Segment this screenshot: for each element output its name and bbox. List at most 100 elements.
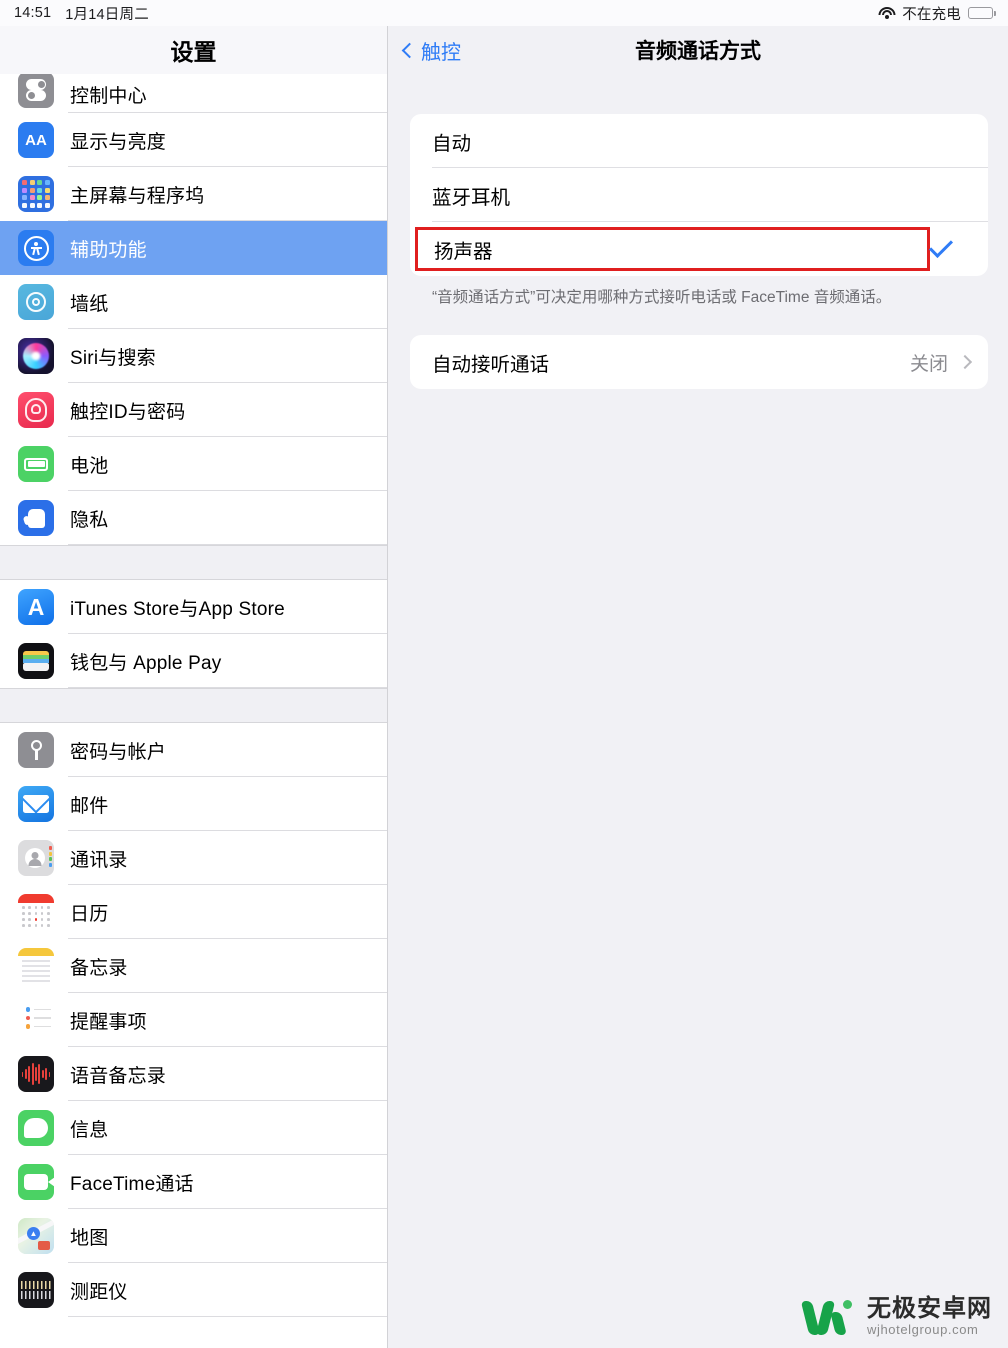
option-label: 蓝牙耳机 [432, 186, 511, 209]
sidebar-item-label: 密码与帐户 [70, 741, 167, 763]
chevron-right-icon [957, 355, 973, 370]
page-title: 音频通话方式 [635, 40, 761, 63]
option-label: 扬声器 [434, 240, 493, 263]
sidebar-item-voice-memos[interactable]: 语音备忘录 [0, 1047, 387, 1101]
sidebar-item-label: 电池 [70, 455, 109, 477]
audio-routing-options-card: 自动 蓝牙耳机 扬声器 [410, 114, 988, 276]
status-bar: 14:51 1月14日周二 不在充电 [0, 0, 1008, 26]
chevron-left-icon [401, 42, 418, 58]
messages-icon [18, 1110, 54, 1146]
settings-sidebar: 设置 控制中心 AA 显示与亮度 主屏幕与程序坞 辅助功能 墙纸 Siri与搜索… [0, 26, 388, 1348]
sidebar-item-accessibility[interactable]: 辅助功能 [0, 221, 387, 275]
auto-answer-value: 关闭 [909, 353, 948, 375]
sidebar-item-label: 地图 [70, 1227, 109, 1249]
sidebar-item-maps[interactable]: ▲ 地图 [0, 1209, 387, 1263]
home-screen-dock-icon [18, 176, 54, 212]
option-row-speaker[interactable]: 扬声器 [410, 222, 988, 276]
sidebar-item-label: 控制中心 [70, 86, 147, 107]
checkmark-icon [928, 233, 954, 259]
sidebar-item-wallpaper[interactable]: 墙纸 [0, 275, 387, 329]
watermark-cn: 无极安卓网 [867, 1295, 992, 1323]
wallet-apple-pay-icon [18, 643, 54, 679]
sidebar-item-label: 备忘录 [70, 957, 128, 979]
watermark-text: 无极安卓网 wjhotelgroup.com [867, 1295, 992, 1338]
watermark: 无极安卓网 wjhotelgroup.com [800, 1295, 992, 1338]
reminders-icon [18, 1002, 54, 1038]
sidebar-item-facetime[interactable]: FaceTime通话 [0, 1155, 387, 1209]
sidebar-item-label: 触控ID与密码 [70, 401, 186, 423]
sidebar-item-label: 日历 [70, 903, 109, 925]
sidebar-item-label: 钱包与 Apple Pay [70, 652, 222, 674]
detail-header: 触控 音频通话方式 [388, 26, 1008, 74]
sidebar-item-battery[interactable]: 电池 [0, 437, 387, 491]
calendar-icon [18, 894, 54, 930]
option-label: 自动 [432, 132, 472, 155]
audio-routing-footnote: “音频通话方式”可决定用哪种方式接听电话或 FaceTime 音频通话。 [432, 289, 892, 306]
accessibility-icon [18, 230, 54, 266]
option-row-bluetooth-headset[interactable]: 蓝牙耳机 [410, 168, 988, 222]
sidebar-item-passwords-accounts[interactable]: 密码与帐户 [0, 723, 387, 777]
sidebar-item-label: 隐私 [70, 509, 109, 531]
wifi-icon [878, 6, 896, 20]
ipad-settings-screen: 14:51 1月14日周二 不在充电 设置 控制中心 AA 显示与亮度 主屏幕与… [0, 0, 1008, 1348]
sidebar-group-separator [0, 688, 387, 723]
detail-body: 自动 蓝牙耳机 扬声器 “音频通话方式”可决定用哪种方式接听电话或 FaceTi… [388, 74, 1008, 1348]
sidebar-item-label: 主屏幕与程序坞 [70, 185, 205, 207]
sidebar-item-label: 提醒事项 [70, 1011, 147, 1033]
sidebar-item-siri-search[interactable]: Siri与搜索 [0, 329, 387, 383]
sidebar-group-stores: A iTunes Store与App Store 钱包与 Apple Pay [0, 580, 387, 688]
touch-id-passcode-icon [18, 392, 54, 428]
option-row-auto[interactable]: 自动 [410, 114, 988, 168]
back-button[interactable]: 触控 [401, 36, 461, 65]
sidebar-item-label: 显示与亮度 [70, 131, 167, 153]
status-bar-left: 14:51 1月14日周二 [14, 3, 149, 24]
sidebar-item-touch-id-passcode[interactable]: 触控ID与密码 [0, 383, 387, 437]
sidebar-item-label: 测距仪 [70, 1281, 128, 1303]
sidebar-scroll-area[interactable]: 控制中心 AA 显示与亮度 主屏幕与程序坞 辅助功能 墙纸 Siri与搜索 触控… [0, 74, 387, 1348]
maps-icon: ▲ [18, 1218, 54, 1254]
notes-icon [18, 948, 54, 984]
contacts-icon [18, 840, 54, 876]
privacy-icon [18, 500, 54, 536]
sidebar-item-reminders[interactable]: 提醒事项 [0, 993, 387, 1047]
sidebar-title: 设置 [0, 26, 387, 74]
sidebar-item-contacts[interactable]: 通讯录 [0, 831, 387, 885]
watermark-en: wjhotelgroup.com [867, 1322, 979, 1338]
sidebar-item-notes[interactable]: 备忘录 [0, 939, 387, 993]
display-brightness-icon: AA [18, 122, 54, 158]
sidebar-item-label: 语音备忘录 [70, 1065, 167, 1087]
control-center-icon [18, 74, 54, 108]
sidebar-item-mail[interactable]: 邮件 [0, 777, 387, 831]
charging-status-label: 不在充电 [902, 6, 961, 23]
sidebar-item-measure[interactable]: 测距仪 [0, 1263, 387, 1317]
split-view: 设置 控制中心 AA 显示与亮度 主屏幕与程序坞 辅助功能 墙纸 Siri与搜索… [0, 26, 1008, 1348]
sidebar-item-privacy[interactable]: 隐私 [0, 491, 387, 545]
sidebar-item-display-brightness[interactable]: AA 显示与亮度 [0, 113, 387, 167]
back-button-label: 触控 [421, 41, 461, 64]
status-bar-right: 不在充电 [878, 3, 996, 24]
measure-icon [18, 1272, 54, 1308]
sidebar-item-label: Siri与搜索 [70, 347, 156, 369]
sidebar-item-wallet-apple-pay[interactable]: 钱包与 Apple Pay [0, 634, 387, 688]
sidebar-item-label: 通讯录 [70, 849, 128, 871]
sidebar-group-system: 控制中心 AA 显示与亮度 主屏幕与程序坞 辅助功能 墙纸 Siri与搜索 触控… [0, 74, 387, 545]
sidebar-item-messages[interactable]: 信息 [0, 1101, 387, 1155]
status-date: 1月14日周二 [65, 6, 149, 23]
sidebar-item-calendar[interactable]: 日历 [0, 885, 387, 939]
sidebar-item-home-screen-dock[interactable]: 主屏幕与程序坞 [0, 167, 387, 221]
sidebar-item-itunes-app-store[interactable]: A iTunes Store与App Store [0, 580, 387, 634]
wallpaper-icon [18, 284, 54, 320]
sidebar-item-label: 辅助功能 [70, 239, 147, 261]
voice-memos-icon [18, 1056, 54, 1092]
sidebar-item-label: 邮件 [70, 795, 109, 817]
sidebar-item-control-center[interactable]: 控制中心 [0, 74, 387, 113]
sidebar-group-apps: 密码与帐户 邮件 通讯录 日历 备忘录 提醒事项 语音备忘录 信息 FaceTi… [0, 723, 387, 1317]
sidebar-item-label: 墙纸 [70, 293, 109, 315]
app-store-icon: A [18, 589, 54, 625]
auto-answer-row[interactable]: 自动接听通话 关闭 [410, 335, 988, 390]
sidebar-item-label: 信息 [70, 1119, 109, 1141]
siri-search-icon [18, 338, 54, 374]
passwords-accounts-icon [18, 732, 54, 768]
sidebar-item-label: iTunes Store与App Store [70, 598, 285, 620]
